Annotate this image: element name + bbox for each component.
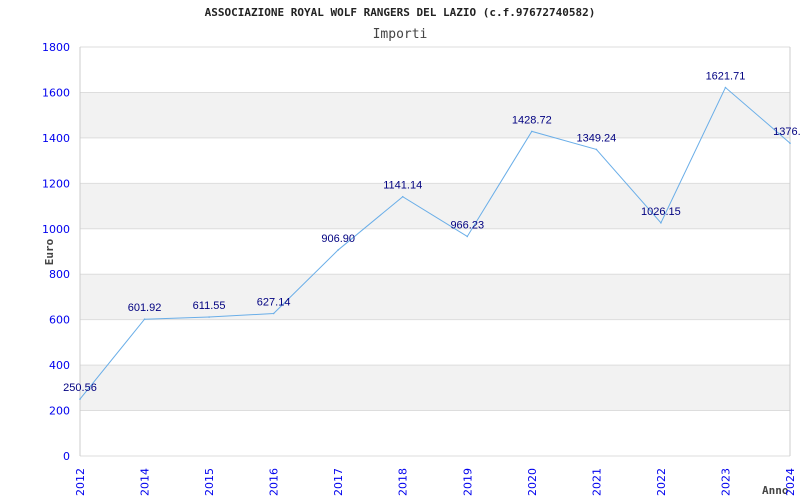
- y-tick-label: 800: [49, 268, 70, 281]
- data-label: 627.14: [257, 296, 291, 308]
- data-label: 611.55: [193, 300, 226, 312]
- x-tick-label: 2015: [203, 468, 216, 496]
- x-tick-label: 2016: [268, 468, 281, 496]
- data-point: [466, 235, 469, 238]
- data-label: 1376.9: [773, 126, 800, 138]
- x-tick-label: 2022: [655, 468, 668, 496]
- grid-band: [80, 92, 790, 138]
- data-point: [143, 318, 146, 321]
- data-point: [337, 249, 339, 251]
- x-tick-label: 2014: [139, 468, 152, 496]
- data-label: 966.23: [450, 219, 484, 231]
- chart-title: ASSOCIAZIONE ROYAL WOLF RANGERS DEL LAZI…: [205, 6, 596, 19]
- data-label: 1428.72: [512, 114, 552, 126]
- y-axis-label: Euro: [43, 238, 56, 265]
- chart-subtitle: Importi: [373, 27, 428, 42]
- x-tick-label: 2021: [590, 468, 603, 496]
- y-tick-label: 1600: [42, 86, 70, 99]
- y-tick-label: 400: [49, 359, 70, 372]
- y-tick-label: 1000: [42, 223, 70, 236]
- data-point: [208, 316, 210, 318]
- data-point: [531, 130, 533, 133]
- data-point: [724, 86, 727, 89]
- y-tick-label: 0: [63, 450, 70, 463]
- data-label: 906.90: [321, 233, 355, 245]
- data-label: 1349.24: [576, 132, 616, 144]
- x-tick-label: 2017: [332, 468, 345, 496]
- data-label: 1621.71: [706, 71, 746, 83]
- line-chart: ASSOCIAZIONE ROYAL WOLF RANGERS DEL LAZI…: [42, 6, 800, 497]
- chart-container: ASSOCIAZIONE ROYAL WOLF RANGERS DEL LAZI…: [0, 0, 800, 500]
- x-tick-label: 2018: [397, 468, 410, 496]
- grid-band: [80, 365, 790, 411]
- data-label: 250.56: [63, 382, 97, 394]
- data-point: [595, 148, 598, 151]
- data-label: 1026.15: [641, 206, 681, 218]
- y-tick-label: 600: [49, 314, 70, 327]
- data-point: [660, 222, 662, 224]
- y-tick-label: 1800: [42, 41, 70, 54]
- grid-band: [80, 183, 790, 229]
- x-tick-label: 2020: [526, 468, 539, 496]
- x-tick-label: 2019: [461, 468, 474, 496]
- data-point: [789, 142, 791, 144]
- x-tick-label: 2012: [74, 468, 87, 496]
- grid-band: [80, 274, 790, 320]
- y-tick-label: 1200: [42, 177, 70, 190]
- data-point: [79, 398, 81, 400]
- x-tick-label: 2024: [784, 468, 797, 496]
- data-label: 1141.14: [383, 180, 422, 192]
- y-tick-label: 200: [49, 405, 70, 418]
- x-tick-label: 2023: [719, 468, 732, 496]
- y-tick-label: 1400: [42, 132, 70, 145]
- data-point: [401, 195, 404, 198]
- data-point: [272, 312, 275, 315]
- data-label: 601.92: [128, 302, 162, 314]
